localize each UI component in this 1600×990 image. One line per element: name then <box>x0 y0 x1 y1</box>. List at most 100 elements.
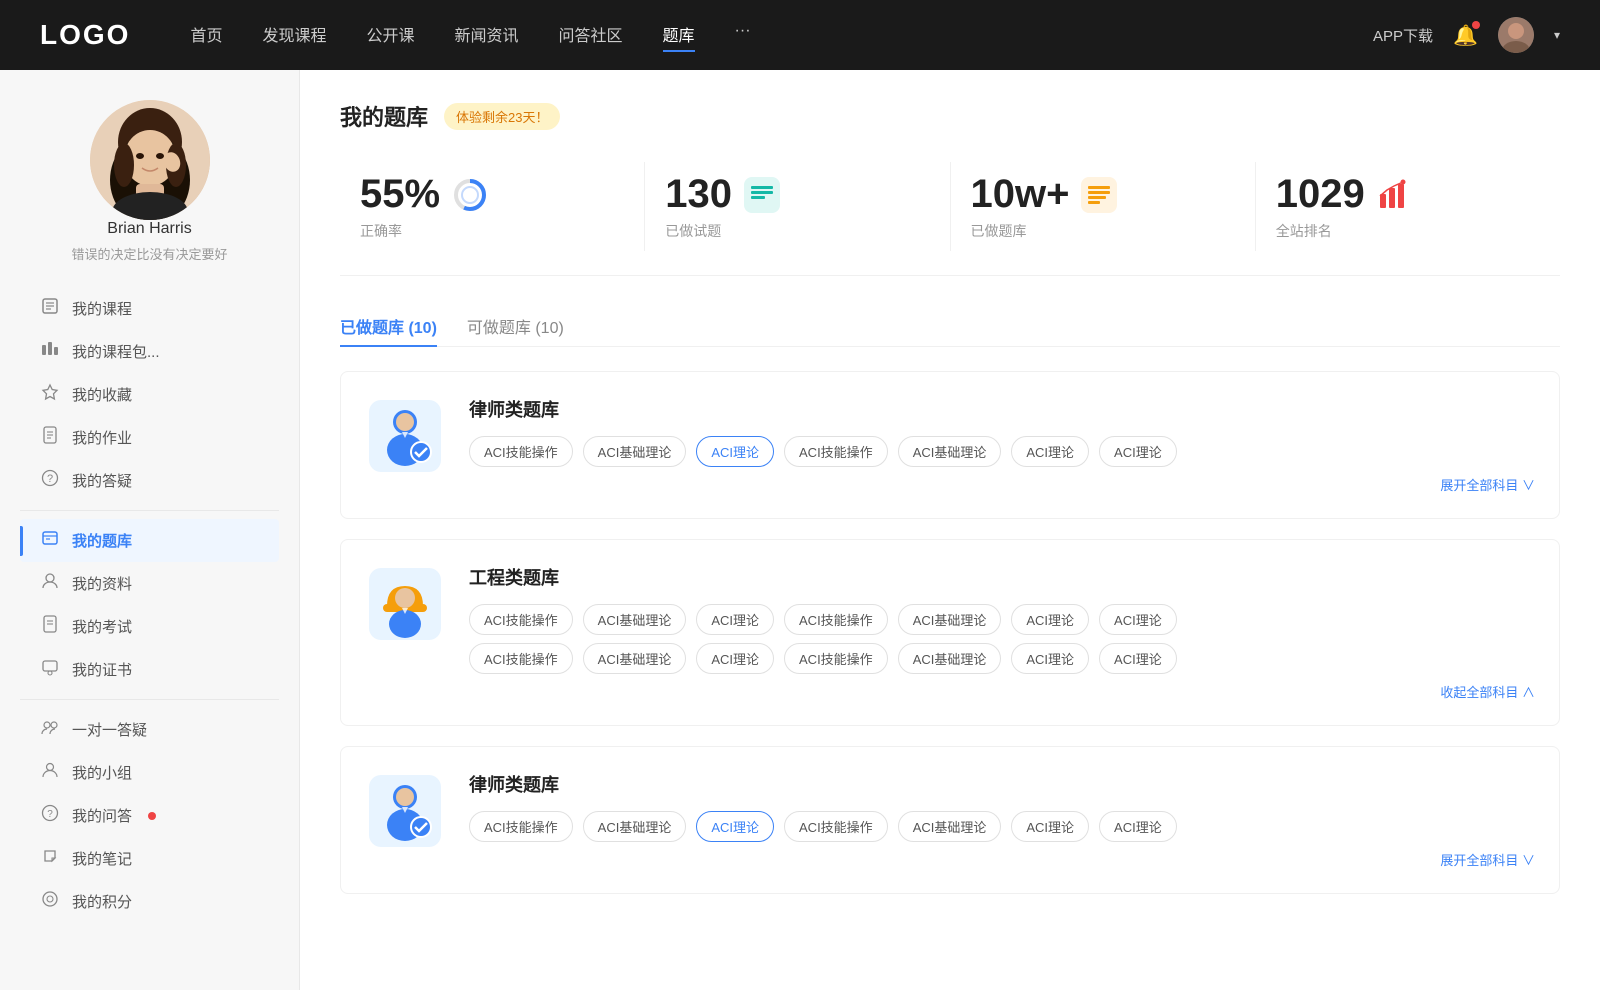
bank-tag[interactable]: ACI理论 <box>1011 436 1089 467</box>
bank-tag[interactable]: ACI理论 <box>1099 811 1177 842</box>
sidebar-item-one-on-one[interactable]: 一对一答疑 <box>20 708 279 751</box>
sidebar-item-my-qa[interactable]: ? 我的答疑 <box>20 459 279 502</box>
bank-tag[interactable]: ACI理论 <box>1099 643 1177 674</box>
bank-tag[interactable]: ACI基础理论 <box>583 436 687 467</box>
app-download-btn[interactable]: APP下载 <box>1373 25 1433 46</box>
my-qa-icon: ? <box>40 469 60 492</box>
stat-done-banks: 10w+ 已做题库 <box>951 162 1256 251</box>
bank-tabs: 已做题库 (10) 可做题库 (10) <box>340 306 1560 347</box>
nav-news[interactable]: 新闻资讯 <box>455 18 519 52</box>
bank-tags-lawyer-1: ACI技能操作 ACI基础理论 ACI理论 ACI技能操作 ACI基础理论 AC… <box>469 436 1535 467</box>
bell-icon[interactable]: 🔔 <box>1453 23 1478 48</box>
tab-done-banks[interactable]: 已做题库 (10) <box>340 306 437 346</box>
bank-tag[interactable]: ACI基础理论 <box>898 604 1002 635</box>
notification-dot <box>1472 21 1480 29</box>
sidebar-item-my-profile-label: 我的资料 <box>72 573 132 594</box>
sidebar-item-my-cert-label: 我的证书 <box>72 659 132 680</box>
bank-icon-engineer <box>365 564 445 644</box>
bank-tag[interactable]: ACI理论 <box>696 604 774 635</box>
bank-tag[interactable]: ACI基础理论 <box>583 811 687 842</box>
bank-tag[interactable]: ACI基础理论 <box>898 643 1002 674</box>
logo: LOGO <box>40 19 130 51</box>
sidebar-item-my-group-label: 我的小组 <box>72 762 132 783</box>
bank-section-lawyer-1: 律师类题库 ACI技能操作 ACI基础理论 ACI理论 ACI技能操作 ACI基… <box>340 371 1560 519</box>
sidebar-item-my-exam[interactable]: 我的考试 <box>20 605 279 648</box>
bank-content-lawyer-2: 律师类题库 ACI技能操作 ACI基础理论 ACI理论 ACI技能操作 ACI基… <box>469 771 1535 869</box>
nav-discover[interactable]: 发现课程 <box>262 18 326 52</box>
bank-tag[interactable]: ACI技能操作 <box>469 436 573 467</box>
sidebar-item-my-group[interactable]: 我的小组 <box>20 751 279 794</box>
bank-content-lawyer-1: 律师类题库 ACI技能操作 ACI基础理论 ACI理论 ACI技能操作 ACI基… <box>469 396 1535 494</box>
accuracy-value: 55% <box>360 172 624 217</box>
bank-tag-active[interactable]: ACI理论 <box>696 436 774 467</box>
bank-tag[interactable]: ACI基础理论 <box>583 643 687 674</box>
bank-tag[interactable]: ACI理论 <box>1099 604 1177 635</box>
bank-tag[interactable]: ACI技能操作 <box>469 604 573 635</box>
nav-qa[interactable]: 问答社区 <box>559 18 623 52</box>
bank-tag[interactable]: ACI理论 <box>1099 436 1177 467</box>
one-on-one-icon <box>40 718 60 741</box>
bank-tag[interactable]: ACI技能操作 <box>784 811 888 842</box>
bank-tags-lawyer-2: ACI技能操作 ACI基础理论 ACI理论 ACI技能操作 ACI基础理论 AC… <box>469 811 1535 842</box>
sidebar-item-my-homework[interactable]: 我的作业 <box>20 416 279 459</box>
done-banks-icon <box>1081 177 1117 213</box>
nav-home[interactable]: 首页 <box>190 18 222 52</box>
bank-tag[interactable]: ACI技能操作 <box>784 643 888 674</box>
tab-available-banks[interactable]: 可做题库 (10) <box>467 306 564 346</box>
sidebar-item-my-bank[interactable]: 我的题库 <box>20 519 279 562</box>
sidebar-item-my-qa-label: 我的答疑 <box>72 470 132 491</box>
course-package-icon <box>40 340 60 363</box>
rank-label: 全站排名 <box>1276 221 1540 241</box>
sidebar-username: Brian Harris <box>107 220 191 238</box>
nav-open-course[interactable]: 公开课 <box>366 18 414 52</box>
sidebar-item-my-notes-label: 我的笔记 <box>72 848 132 869</box>
bank-expand-lawyer-1[interactable]: 展开全部科目 ∨ <box>469 475 1535 494</box>
avatar[interactable] <box>1498 17 1534 53</box>
stats-row: 55% 正确率 130 <box>340 162 1560 276</box>
svg-text:?: ? <box>47 473 53 485</box>
sidebar-item-my-cert[interactable]: 我的证书 <box>20 648 279 691</box>
sidebar-item-my-courses-label: 我的课程 <box>72 298 132 319</box>
sidebar-item-my-questions[interactable]: ? 我的问答 <box>20 794 279 837</box>
bank-tag[interactable]: ACI理论 <box>1011 643 1089 674</box>
nav-bank[interactable]: 题库 <box>663 18 695 52</box>
my-favorites-icon <box>40 383 60 406</box>
bank-tag[interactable]: ACI基础理论 <box>583 604 687 635</box>
sidebar-item-my-profile[interactable]: 我的资料 <box>20 562 279 605</box>
bank-tag[interactable]: ACI基础理论 <box>898 436 1002 467</box>
done-questions-value: 130 <box>665 172 929 217</box>
bank-tag[interactable]: ACI技能操作 <box>784 436 888 467</box>
bank-expand-lawyer-2[interactable]: 展开全部科目 ∨ <box>469 850 1535 869</box>
bank-tag[interactable]: ACI技能操作 <box>469 811 573 842</box>
sidebar-item-my-points[interactable]: 我的积分 <box>20 880 279 923</box>
bank-tags-engineer-row2: ACI技能操作 ACI基础理论 ACI理论 ACI技能操作 ACI基础理论 AC… <box>469 643 1535 674</box>
navbar-menu: 首页 发现课程 公开课 新闻资讯 问答社区 题库 ··· <box>190 18 1373 52</box>
bank-tag[interactable]: ACI基础理论 <box>898 811 1002 842</box>
my-exam-icon <box>40 615 60 638</box>
bank-tag[interactable]: ACI技能操作 <box>784 604 888 635</box>
bank-icon-lawyer-2 <box>365 771 445 851</box>
bank-tag[interactable]: ACI技能操作 <box>469 643 573 674</box>
sidebar-item-my-favorites[interactable]: 我的收藏 <box>20 373 279 416</box>
stat-rank: 1029 全站排名 <box>1256 162 1560 251</box>
avatar-chevron-icon[interactable]: ▾ <box>1554 28 1560 42</box>
main-layout: Brian Harris 错误的决定比没有决定要好 我的课程 我的课程包... … <box>0 70 1600 990</box>
sidebar-item-my-notes[interactable]: 我的笔记 <box>20 837 279 880</box>
bank-tag-active[interactable]: ACI理论 <box>696 811 774 842</box>
sidebar-item-course-package[interactable]: 我的课程包... <box>20 330 279 373</box>
my-group-icon <box>40 761 60 784</box>
sidebar-item-my-homework-label: 我的作业 <box>72 427 132 448</box>
sidebar-item-course-package-label: 我的课程包... <box>72 341 160 362</box>
rank-value: 1029 <box>1276 172 1540 217</box>
rank-icon <box>1377 177 1413 213</box>
sidebar-item-my-questions-label: 我的问答 <box>72 805 132 826</box>
sidebar-item-my-courses[interactable]: 我的课程 <box>20 287 279 330</box>
bank-tag[interactable]: ACI理论 <box>696 643 774 674</box>
bank-expand-engineer[interactable]: 收起全部科目 ∧ <box>469 682 1535 701</box>
bank-tag[interactable]: ACI理论 <box>1011 604 1089 635</box>
accuracy-icon <box>452 177 488 213</box>
bank-tag[interactable]: ACI理论 <box>1011 811 1089 842</box>
bank-title-lawyer-2: 律师类题库 <box>469 771 1535 797</box>
nav-more[interactable]: ··· <box>735 18 751 52</box>
done-banks-value: 10w+ <box>971 172 1235 217</box>
